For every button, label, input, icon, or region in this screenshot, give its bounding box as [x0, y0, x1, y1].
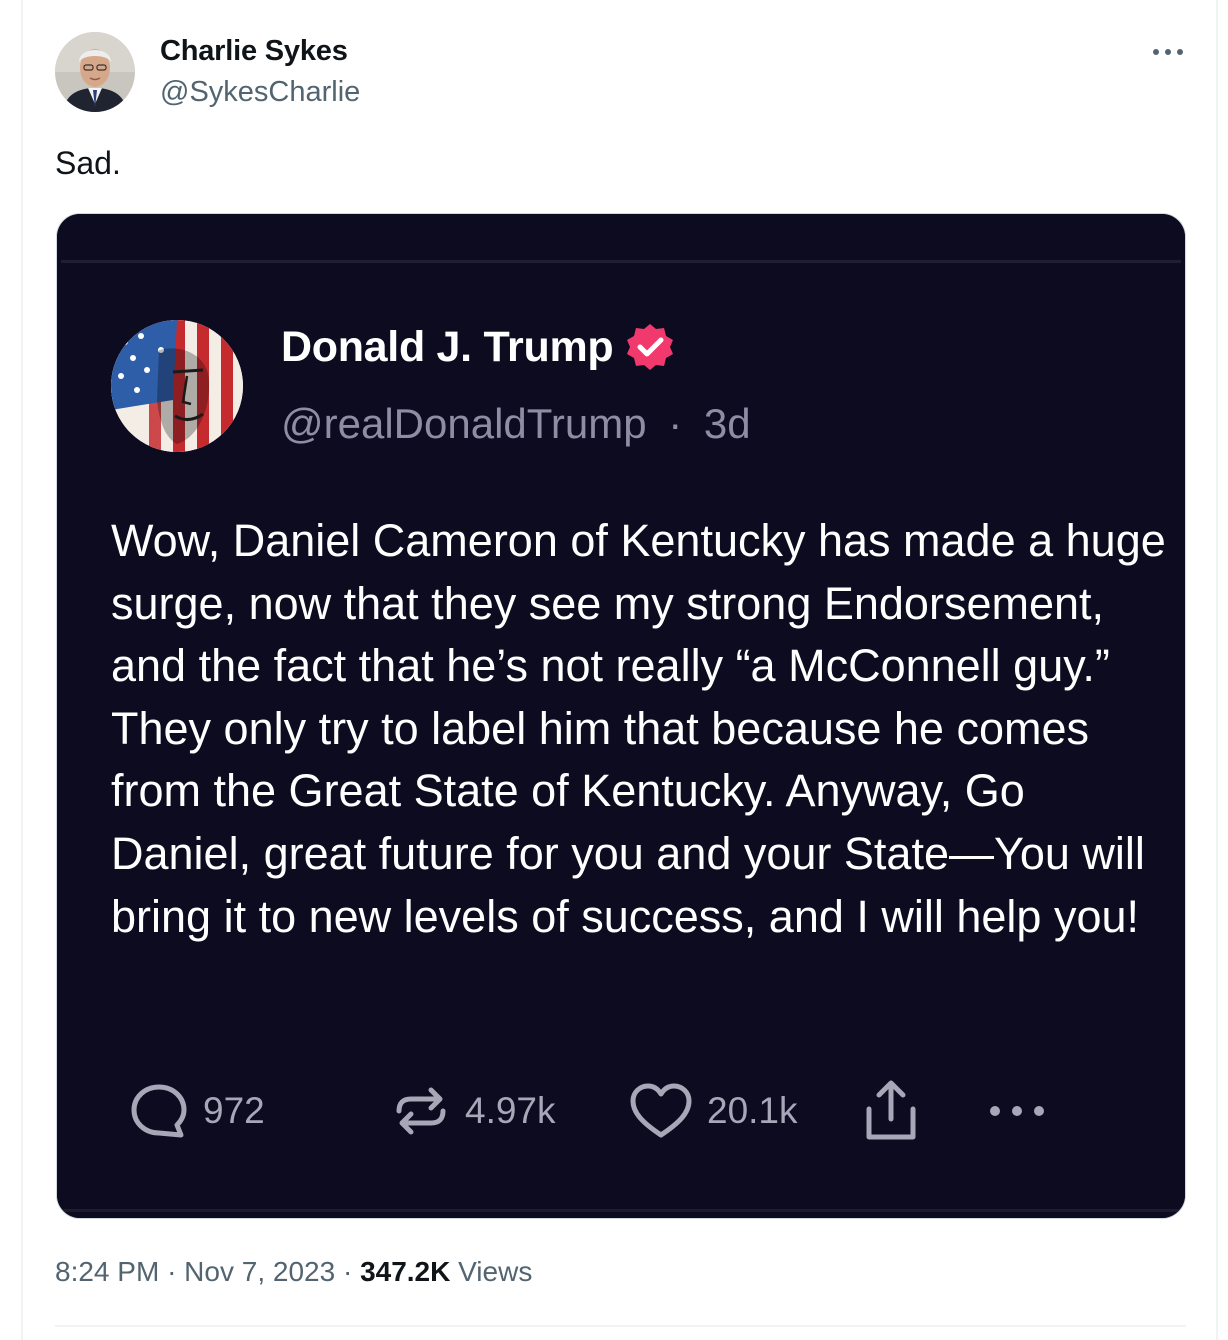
footer-divider: [55, 1325, 1186, 1327]
more-options-button[interactable]: [1150, 40, 1186, 64]
tweet-text: Sad.: [55, 145, 121, 181]
share-icon: [866, 1080, 916, 1140]
views-label[interactable]: Views: [458, 1256, 532, 1287]
author-name[interactable]: Charlie Sykes: [160, 35, 348, 68]
like-count: 20.1k: [707, 1090, 798, 1131]
timeline-border-right: [1216, 0, 1218, 1340]
embedded-post-screenshot: Donald J. Trump @realDonaldTrump · 3d Wo…: [57, 214, 1185, 1218]
retruth-action: 4.97k: [391, 1076, 556, 1146]
embedded-post-age: 3d: [703, 400, 751, 447]
meta-separator: ·: [342, 1256, 353, 1287]
retruth-count: 4.97k: [465, 1090, 556, 1131]
reply-action: 972: [129, 1076, 265, 1146]
embedded-author-avatar: [111, 320, 243, 452]
reply-icon: [131, 1084, 187, 1138]
more-horizontal-icon: [990, 1106, 1044, 1116]
more-horizontal-icon: [1153, 49, 1183, 55]
like-action: 20.1k: [629, 1076, 798, 1146]
embedded-author-handle: @realDonaldTrump: [281, 400, 647, 447]
share-action: [861, 1076, 921, 1146]
views-count[interactable]: 347.2K: [360, 1256, 450, 1287]
tweet-metadata: 8:24 PM · Nov 7, 2023 · 347.2K Views: [55, 1256, 532, 1288]
verified-badge-icon: [627, 324, 674, 370]
embedded-author-row: Donald J. Trump: [281, 322, 675, 372]
retruth-icon: [396, 1087, 446, 1135]
embedded-author-meta: @realDonaldTrump · 3d: [281, 400, 751, 448]
meta-separator: ·: [668, 400, 683, 447]
embedded-divider-top: [61, 260, 1181, 263]
tweet-media-image[interactable]: Donald J. Trump @realDonaldTrump · 3d Wo…: [56, 213, 1186, 1219]
tweet-date[interactable]: Nov 7, 2023: [184, 1256, 335, 1287]
tweet-time[interactable]: 8:24 PM: [55, 1256, 159, 1287]
embedded-action-bar: 972 4.97k 20.1k: [129, 1076, 1129, 1146]
tweet-page: Charlie Sykes @SykesCharlie Sad. Donald …: [0, 0, 1228, 1340]
embedded-author-name: Donald J. Trump: [281, 322, 614, 371]
author-avatar[interactable]: [55, 32, 135, 112]
more-action: [987, 1076, 1047, 1146]
embedded-post-body: Wow, Daniel Cameron of Kentucky has made…: [111, 515, 1166, 942]
meta-separator: ·: [167, 1256, 177, 1287]
heart-icon: [630, 1083, 692, 1138]
author-handle[interactable]: @SykesCharlie: [160, 76, 360, 109]
timeline-border-left: [21, 0, 23, 1340]
embedded-divider-bottom: [61, 1209, 1181, 1212]
reply-count: 972: [203, 1090, 265, 1131]
